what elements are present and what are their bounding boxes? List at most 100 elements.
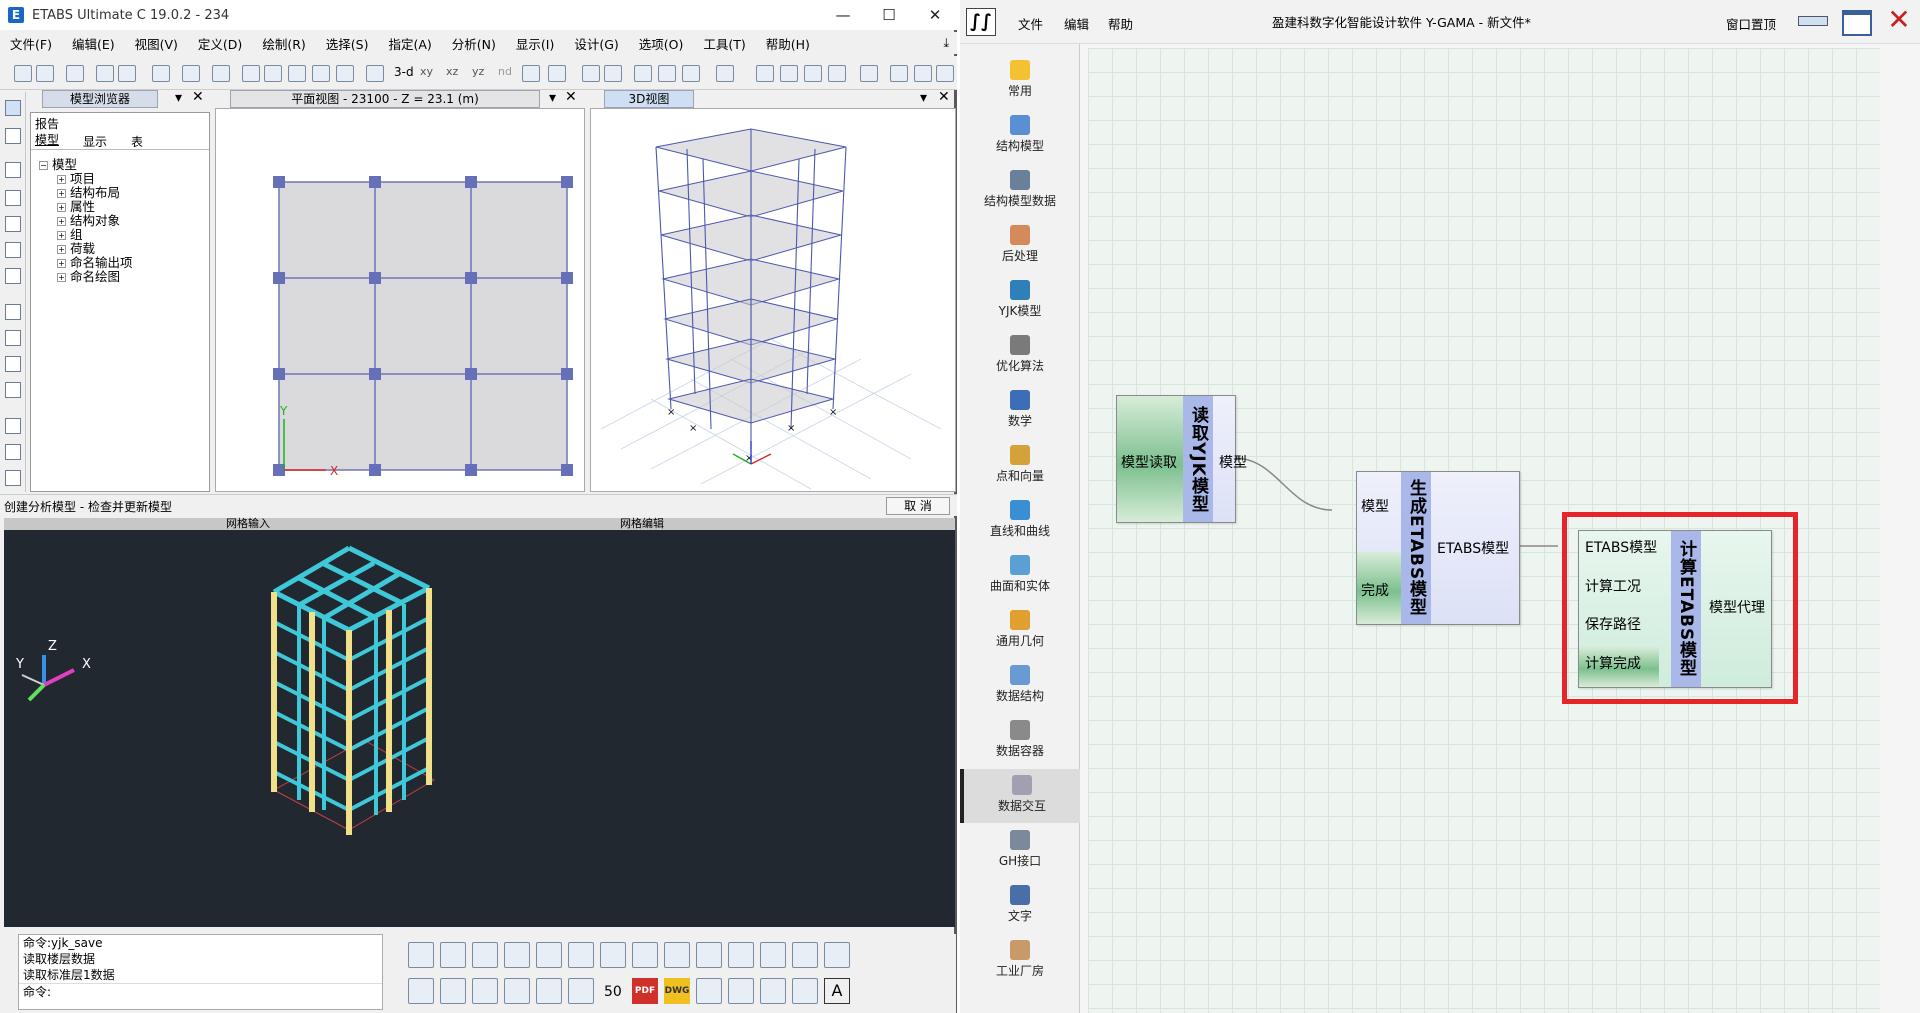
- maximize-button[interactable]: ☐: [866, 0, 912, 30]
- frame-icon[interactable]: [756, 65, 774, 82]
- pencil-icon[interactable]: [152, 65, 170, 82]
- select-cross-icon[interactable]: [5, 268, 21, 284]
- port-etabs-model-out[interactable]: ETABS模型: [1437, 538, 1509, 558]
- sidebar-item[interactable]: 结构模型: [960, 109, 1080, 163]
- text-icon[interactable]: [504, 978, 530, 1004]
- wall-icon[interactable]: [890, 65, 908, 82]
- text-search-icon[interactable]: [472, 978, 498, 1004]
- columns-icon[interactable]: [696, 978, 722, 1004]
- tab-grid-edit[interactable]: 网格编辑: [620, 515, 664, 531]
- redo-icon[interactable]: [118, 65, 136, 82]
- minimize-button[interactable]: [1798, 16, 1828, 26]
- node-canvas[interactable]: 模型读取 读取YJK模型 模型 模型 完成 生成ETABS模型 ETABS模型 …: [1088, 48, 1880, 1013]
- browser-dropdown-icon[interactable]: ▾: [175, 90, 182, 106]
- yjk-3d-viewport[interactable]: Z X Y: [4, 530, 955, 927]
- pointer-icon[interactable]: [5, 100, 21, 116]
- view-3d-button[interactable]: 3-d: [394, 65, 414, 79]
- pdf-export-icon[interactable]: PDF: [632, 978, 658, 1004]
- view-xz-button[interactable]: xz: [446, 65, 458, 78]
- select-grid-icon[interactable]: [5, 242, 21, 258]
- sidebar-item[interactable]: 结构模型数据: [960, 164, 1080, 218]
- menu-display[interactable]: 显示(I): [516, 34, 554, 53]
- sidebar-item[interactable]: YJK模型: [960, 274, 1080, 328]
- zoom-out-icon[interactable]: [728, 942, 754, 968]
- spring-icon[interactable]: [936, 65, 954, 82]
- box-icon[interactable]: [504, 942, 530, 968]
- sidebar-item[interactable]: GH接口: [960, 824, 1080, 878]
- close-button[interactable]: ✕: [912, 0, 958, 30]
- tab-tables[interactable]: 表: [131, 133, 143, 150]
- plan-view-tab[interactable]: 平面视图 - 23100 - Z = 23.1 (m): [230, 90, 540, 108]
- sidebar-item[interactable]: 数学: [960, 384, 1080, 438]
- house-icon[interactable]: [600, 942, 626, 968]
- opening-icon[interactable]: [5, 356, 21, 372]
- shade-icon[interactable]: [716, 65, 734, 82]
- zoom-in-icon[interactable]: [696, 942, 722, 968]
- tab-grid-input[interactable]: 网格输入: [226, 515, 270, 531]
- menu-draw[interactable]: 绘制(R): [262, 34, 305, 53]
- search-icon[interactable]: [632, 942, 658, 968]
- close-button[interactable]: ✕: [1884, 4, 1914, 36]
- menu-help[interactable]: 帮助(H): [766, 34, 810, 53]
- run-analysis-icon[interactable]: [212, 65, 230, 82]
- print-icon[interactable]: [760, 978, 786, 1004]
- ygama-menu-help[interactable]: 帮助: [1108, 14, 1133, 33]
- node-generate-etabs-model[interactable]: 模型 完成 生成ETABS模型 ETABS模型: [1356, 471, 1520, 625]
- menu-analyze[interactable]: 分析(N): [452, 34, 496, 53]
- menu-file[interactable]: 文件(F): [10, 34, 52, 53]
- area-icon[interactable]: [5, 304, 21, 320]
- wall-draw-icon[interactable]: [5, 418, 21, 434]
- move-down-icon[interactable]: [604, 65, 622, 82]
- menu-edit[interactable]: 编辑(E): [72, 34, 115, 53]
- menu-view[interactable]: 视图(V): [135, 34, 178, 53]
- sidebar-item[interactable]: 点和向量: [960, 439, 1080, 493]
- tool-icon[interactable]: [440, 942, 466, 968]
- brace-icon[interactable]: [860, 65, 878, 82]
- sidebar-item[interactable]: 数据容器: [960, 714, 1080, 768]
- minimize-button[interactable]: —: [820, 0, 866, 30]
- model-browser-tab[interactable]: 模型浏览器: [42, 90, 158, 108]
- layers-icon[interactable]: [728, 978, 754, 1004]
- new-model-icon[interactable]: [14, 65, 32, 82]
- sidebar-item[interactable]: 优化算法: [960, 329, 1080, 383]
- set-display-icon[interactable]: [634, 65, 652, 82]
- sidebar-item[interactable]: 数据结构: [960, 659, 1080, 713]
- pan-icon[interactable]: [664, 942, 690, 968]
- window-pin-button[interactable]: 窗口置顶: [1726, 14, 1776, 33]
- zoom-out-icon[interactable]: [288, 65, 306, 82]
- command-input[interactable]: 命令:: [19, 983, 382, 999]
- zoom-previous-icon[interactable]: [312, 65, 330, 82]
- 3d-close-icon[interactable]: ✕: [938, 89, 950, 105]
- save-icon[interactable]: [66, 65, 84, 82]
- menu-tools[interactable]: 工具(T): [703, 34, 745, 53]
- tool-icon[interactable]: [472, 942, 498, 968]
- wrench-icon[interactable]: [536, 978, 562, 1004]
- checkbox-icon[interactable]: [658, 65, 676, 82]
- measure-icon[interactable]: [408, 978, 434, 1004]
- sidebar-item[interactable]: 后处理: [960, 219, 1080, 273]
- view-xy-button[interactable]: xy: [420, 65, 433, 78]
- link-icon[interactable]: [914, 65, 932, 82]
- sidebar-item[interactable]: 数据交互: [960, 769, 1080, 823]
- port-finish-in[interactable]: 完成: [1361, 580, 1389, 600]
- 3d-dropdown-icon[interactable]: ▾: [920, 90, 927, 106]
- rectangle-icon[interactable]: [5, 330, 21, 346]
- camera-icon[interactable]: [568, 978, 594, 1004]
- 3d-view[interactable]: × × × × ×: [590, 108, 956, 492]
- text-box-icon[interactable]: A: [824, 978, 850, 1004]
- maximize-button[interactable]: [1842, 10, 1872, 36]
- plan-dropdown-icon[interactable]: ▾: [549, 90, 556, 106]
- perspective-icon[interactable]: [548, 65, 566, 82]
- plan-close-icon[interactable]: ✕: [565, 89, 577, 105]
- menu-assign[interactable]: 指定(A): [388, 34, 431, 53]
- move-up-icon[interactable]: [582, 65, 600, 82]
- zoom-all-icon[interactable]: [336, 65, 354, 82]
- ruler-icon[interactable]: [792, 942, 818, 968]
- command-console[interactable]: 命令:yjk_save 读取楼层数据 读取标准层1数据 命令:: [18, 934, 383, 1010]
- sidebar-item[interactable]: 通用几何: [960, 604, 1080, 658]
- scale-label[interactable]: 50: [604, 984, 622, 1000]
- select-intersect-icon[interactable]: [5, 216, 21, 232]
- sidebar-item[interactable]: 直线和曲线: [960, 494, 1080, 548]
- tab-model[interactable]: 模型: [35, 131, 59, 148]
- text-search-icon[interactable]: [440, 978, 466, 1004]
